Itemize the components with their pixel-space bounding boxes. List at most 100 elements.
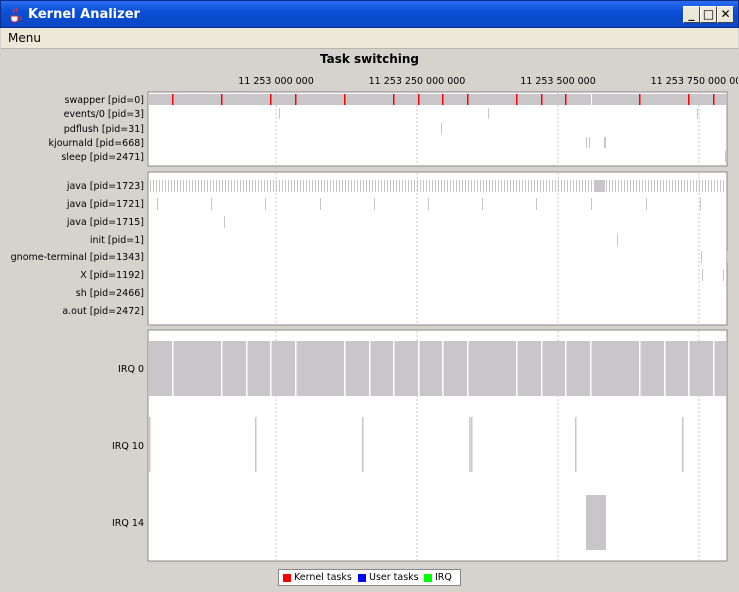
task-bar-java-1723 xyxy=(300,180,301,192)
task-bar-java-1723 xyxy=(285,180,286,192)
legend-label-user: User tasks xyxy=(369,572,419,583)
menu-item-menu[interactable]: Menu xyxy=(8,31,41,45)
task-bar-java-1723 xyxy=(354,180,355,192)
task-bar-java-1723 xyxy=(255,180,256,192)
task-bar-java-1723 xyxy=(369,180,370,192)
task-bar-java-1723 xyxy=(237,180,238,192)
task-bar-java-1723 xyxy=(714,180,715,192)
irq-gap xyxy=(713,341,715,396)
task-bar-java-1723 xyxy=(669,180,670,192)
task-bar-java-1723 xyxy=(699,180,700,192)
task-bar-java-1723 xyxy=(252,180,253,192)
task-switching-chart: 11 253 000 000 11 253 250 000 000 11 253 5… xyxy=(11,76,738,562)
row-label: java [pid=1715] xyxy=(66,217,144,228)
task-bar-java-1723 xyxy=(534,180,535,192)
task-bar-java-1723 xyxy=(387,180,388,192)
task-bar-java-1723 xyxy=(405,180,406,192)
task-bar-java-1723 xyxy=(492,180,493,192)
irq-gap xyxy=(467,341,469,396)
task-bar-java-1723 xyxy=(207,180,208,192)
task-bar-java-1723 xyxy=(333,180,334,192)
task-bar-java-1723 xyxy=(396,180,397,192)
task-bar-java-1721 xyxy=(646,198,647,210)
kernel-switch-mark xyxy=(688,94,690,105)
close-button[interactable]: ✕ xyxy=(717,6,734,23)
task-bar-java-1723 xyxy=(483,180,484,192)
irq-gap xyxy=(172,341,174,396)
row-label: kjournald [pid=668] xyxy=(49,138,144,149)
legend-swatch-user xyxy=(358,573,366,582)
irq-gap xyxy=(418,341,420,396)
row-label: IRQ 14 xyxy=(112,518,144,529)
irq-gap xyxy=(295,341,297,396)
task-bar-sh xyxy=(726,287,727,299)
task-bar-java-1723 xyxy=(228,180,229,192)
task-bar-java-1723 xyxy=(177,180,178,192)
irq-gap xyxy=(344,341,346,396)
task-bar-java-1723 xyxy=(459,180,460,192)
row-label: sh [pid=2466] xyxy=(76,288,144,299)
task-bar-java-1723 xyxy=(234,180,235,192)
irq-bar-irq14 xyxy=(586,495,606,550)
chart-legend: Kernel tasks User tasks IRQ xyxy=(278,569,461,586)
task-bar-java-1723 xyxy=(297,180,298,192)
row-label: IRQ 10 xyxy=(112,441,144,452)
task-bar-java-1723 xyxy=(384,180,385,192)
task-bar-java-1723 xyxy=(303,180,304,192)
irq-gap xyxy=(369,341,371,396)
task-bar-java-1723 xyxy=(306,180,307,192)
task-bar-java-1723 xyxy=(210,180,211,192)
task-bar-java-1723 xyxy=(444,180,445,192)
x-tick-label: 11 253 500 000 xyxy=(520,76,596,87)
task-bar-java-1723 xyxy=(339,180,340,192)
task-bar-java-1723 xyxy=(630,180,631,192)
task-bar-java-1723 xyxy=(681,180,682,192)
task-bar-java-1723 xyxy=(150,180,151,192)
task-bar-java-1723 xyxy=(480,180,481,192)
task-bar-java-1723 xyxy=(567,180,568,192)
maximize-button[interactable]: □ xyxy=(700,6,717,23)
irq-bar-irq10 xyxy=(575,417,577,472)
task-bar-java-1723 xyxy=(357,180,358,192)
task-bar-java-1723 xyxy=(243,180,244,192)
irq-gap xyxy=(664,341,666,396)
task-bar-java-1723 xyxy=(168,180,169,192)
irq-bar-irq10 xyxy=(149,417,151,472)
kernel-switch-mark xyxy=(172,94,174,105)
x-tick-label: 11 253 750 000 000 xyxy=(651,76,738,87)
task-bar-java-1723 xyxy=(399,180,400,192)
task-bar-x xyxy=(702,269,703,281)
task-bar-java-1723 xyxy=(591,180,592,192)
task-bar-kjournald xyxy=(604,137,606,148)
task-bar-java-1723 xyxy=(276,180,277,192)
irq-gap xyxy=(565,341,567,396)
task-bar-java-1723 xyxy=(432,180,433,192)
task-bar-java-1723 xyxy=(558,180,559,192)
task-bar-java-1723 xyxy=(231,180,232,192)
task-bar-java-1723 xyxy=(486,180,487,192)
task-bar-java-1723 xyxy=(189,180,190,192)
task-bar-java-1723 xyxy=(264,180,265,192)
minimize-button[interactable]: _ xyxy=(683,6,700,23)
irq-bar-irq10 xyxy=(682,417,684,472)
task-bar-java-1723 xyxy=(429,180,430,192)
task-bar-java-1723 xyxy=(621,180,622,192)
task-bar-java-1723 xyxy=(645,180,646,192)
task-bar-java-1723 xyxy=(393,180,394,192)
task-bar-java-1723 xyxy=(249,180,250,192)
task-bar-java-1723 xyxy=(279,180,280,192)
irq-gap xyxy=(516,341,518,396)
task-bar-java-1723 xyxy=(537,180,538,192)
task-bar-kjournald xyxy=(586,137,587,148)
task-bar-java-1723 xyxy=(192,180,193,192)
task-bar-java-1723 xyxy=(690,180,691,192)
task-bar-java-1723 xyxy=(327,180,328,192)
task-bar-java-1723 xyxy=(198,180,199,192)
task-bar-java-1723 xyxy=(219,180,220,192)
kernel-switch-mark xyxy=(713,94,715,105)
task-bar-java-1723 xyxy=(570,180,571,192)
task-bar-gnome-terminal xyxy=(701,251,702,263)
task-bar-java-1723 xyxy=(495,180,496,192)
task-bar-java-1723 xyxy=(474,180,475,192)
task-bar-java-1721 xyxy=(482,198,483,210)
